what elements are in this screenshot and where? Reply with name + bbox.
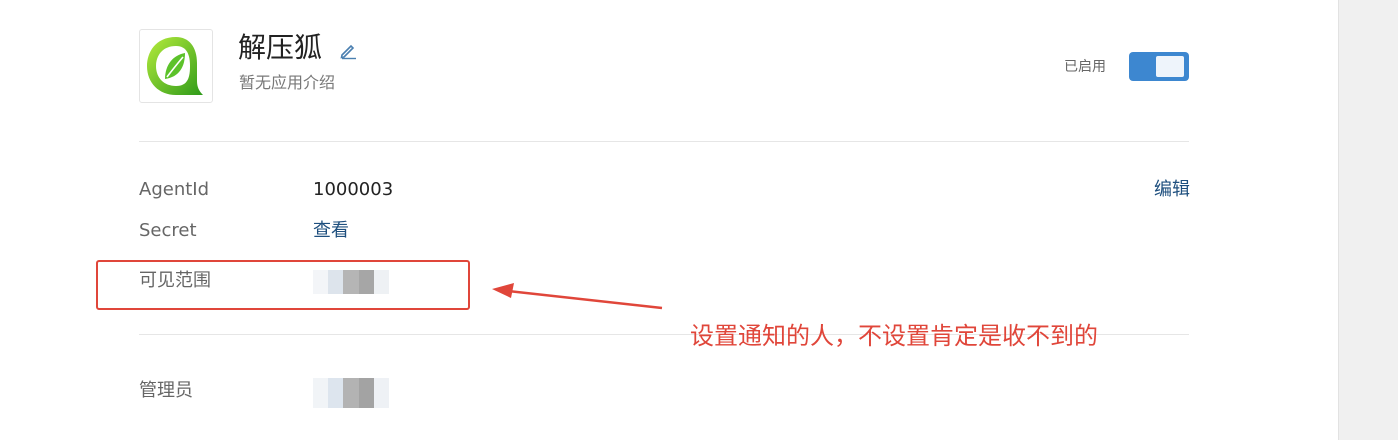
annotation-text: 设置通知的人，不设置肯定是收不到的 [690,322,1098,350]
agentid-label: AgentId [139,179,210,200]
status-label: 已启用 [1064,59,1106,75]
toggle-knob [1156,56,1184,77]
green-leaf-logo-icon [147,37,203,95]
annotation-arrow-icon [492,283,663,310]
admin-label: 管理员 [139,380,193,401]
app-name: 解压狐 [238,31,323,64]
secret-label: Secret [139,220,197,241]
agentid-value: 1000003 [313,179,394,200]
divider [139,141,1189,142]
admin-avatar-redacted [313,378,390,408]
app-description: 暂无应用介绍 [239,73,336,92]
app-logo [139,29,213,103]
pencil-edit-icon[interactable] [338,40,358,60]
scrollbar-track[interactable] [1338,0,1398,440]
annotation-highlight-box [96,260,470,310]
edit-link[interactable]: 编辑 [1154,178,1190,202]
enable-toggle[interactable] [1129,52,1189,81]
secret-view-link[interactable]: 查看 [313,219,349,243]
